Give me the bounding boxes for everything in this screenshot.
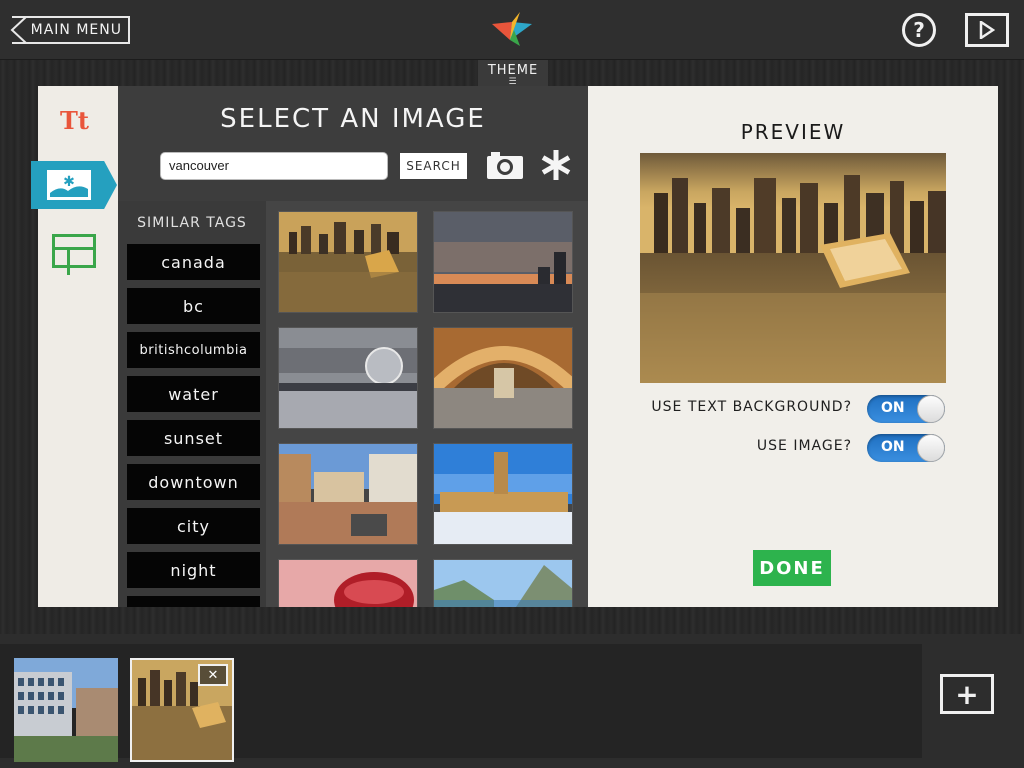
- image-thumbnail[interactable]: [433, 211, 573, 313]
- tag-button[interactable]: downtown: [127, 464, 260, 500]
- image-thumbnail[interactable]: [278, 559, 418, 607]
- tag-button[interactable]: bc: [127, 288, 260, 324]
- search-button[interactable]: SEARCH: [400, 153, 467, 179]
- main-menu-label: MAIN MENU: [30, 22, 122, 38]
- tag-button[interactable]: water: [127, 376, 260, 412]
- use-image-toggle[interactable]: ON: [867, 434, 945, 462]
- image-thumbnail[interactable]: [278, 443, 418, 545]
- svg-text:✱: ✱: [63, 174, 75, 190]
- logo-icon: [492, 12, 532, 46]
- close-slide-button[interactable]: ✕: [198, 664, 228, 686]
- slide-thumbnail[interactable]: [14, 658, 118, 762]
- tool-sidebar: Tt ✱: [31, 86, 118, 607]
- tag-button[interactable]: canada: [127, 244, 260, 280]
- preview-title: PREVIEW: [740, 120, 846, 144]
- use-text-background-label: USE TEXT BACKGROUND?: [651, 399, 852, 415]
- add-slide-button[interactable]: +: [940, 674, 994, 714]
- close-icon: ✕: [207, 667, 219, 683]
- similar-tags-title: SIMILAR TAGS: [137, 215, 247, 231]
- use-image-label: USE IMAGE?: [756, 438, 852, 454]
- slide-thumbnail-selected[interactable]: ✕: [130, 658, 234, 762]
- chevron-left-icon: [10, 16, 27, 44]
- play-icon: [979, 21, 995, 39]
- toggle-on-label: ON: [881, 439, 905, 455]
- toggle-knob: [917, 434, 945, 462]
- slides-track: ✕: [0, 644, 922, 762]
- text-icon[interactable]: Tt: [60, 106, 89, 135]
- toggle-on-label: ON: [881, 400, 905, 416]
- image-thumbnail[interactable]: [433, 443, 573, 545]
- tag-button[interactable]: city: [127, 508, 260, 544]
- asterisk-icon[interactable]: [539, 148, 573, 182]
- toggle-knob: [917, 395, 945, 423]
- image-thumbnail[interactable]: [433, 559, 573, 607]
- slides-bar: ✕ +: [0, 634, 1024, 768]
- similar-tags-column: SIMILAR TAGS canada bc britishcolumbia w…: [118, 201, 266, 607]
- main-menu-button[interactable]: MAIN MENU: [10, 16, 130, 44]
- done-button[interactable]: DONE: [753, 550, 831, 586]
- help-icon: ?: [913, 18, 925, 42]
- theme-label: THEME: [487, 63, 539, 78]
- image-tab[interactable]: ✱: [31, 161, 117, 209]
- tag-button[interactable]: britishcolumbia: [127, 332, 260, 368]
- tag-button[interactable]: night: [127, 552, 260, 588]
- preview-area: PREVIEW USE TEXT BACKGROUND? ON USE IMAG…: [588, 86, 998, 607]
- image-thumbnail[interactable]: [278, 211, 418, 313]
- image-icon: ✱: [47, 170, 91, 200]
- image-thumbnail[interactable]: [433, 327, 573, 429]
- use-text-background-toggle[interactable]: ON: [867, 395, 945, 423]
- help-button[interactable]: ?: [902, 13, 936, 47]
- plus-icon: +: [955, 677, 979, 711]
- tag-button[interactable]: sunset: [127, 420, 260, 456]
- editor-panel: Tt ✱ SELECT AN IMAGE vancouver SEARCH SI…: [31, 86, 998, 607]
- image-thumbnail[interactable]: [278, 327, 418, 429]
- play-button[interactable]: [965, 13, 1009, 47]
- layout-icon[interactable]: [52, 234, 96, 275]
- top-bar: MAIN MENU ?: [0, 0, 1024, 60]
- select-image-title: SELECT AN IMAGE: [220, 104, 486, 134]
- image-results-grid: [266, 201, 588, 607]
- preview-image: [640, 153, 946, 383]
- image-select-area: SELECT AN IMAGE vancouver SEARCH SIMILAR…: [118, 86, 588, 607]
- camera-icon[interactable]: [486, 150, 524, 180]
- search-input[interactable]: vancouver: [160, 152, 388, 180]
- tag-button[interactable]: [127, 596, 260, 607]
